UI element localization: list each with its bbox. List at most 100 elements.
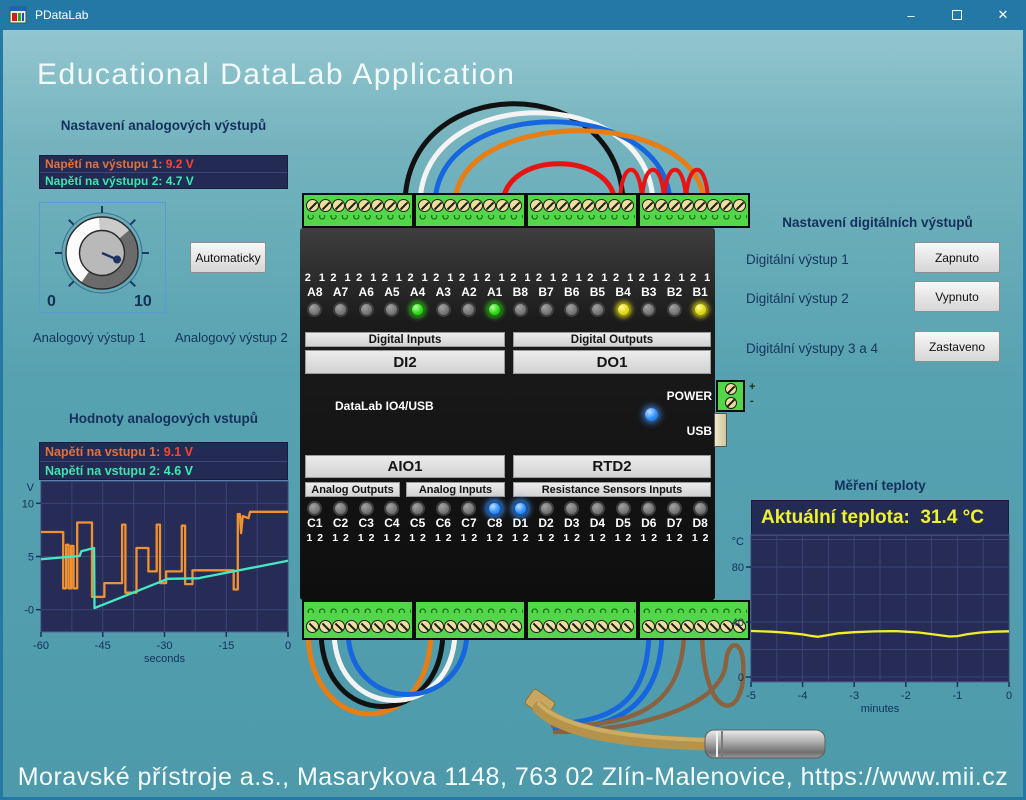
terminal-screw xyxy=(470,199,483,212)
channel-name: A6 xyxy=(359,285,374,300)
channel-a6: 2 1A6 xyxy=(353,271,379,317)
input1-label: Napětí na vstupu 1: xyxy=(45,445,160,459)
channel-led-off xyxy=(359,501,374,516)
terminal-screw xyxy=(509,620,522,633)
channel-pin-numbers: 2 1 xyxy=(613,271,633,285)
terminal-screw xyxy=(707,199,720,212)
digital-output1-label: Digitální výstup 1 xyxy=(746,252,849,267)
datalab-device: 2 1A82 1A72 1A62 1A52 1A42 1A32 1A22 1A1… xyxy=(300,193,715,640)
channel-b4: 2 1B4 xyxy=(610,271,636,317)
terminal-block xyxy=(526,600,638,640)
terminal-screw xyxy=(483,620,496,633)
svg-text:-3: -3 xyxy=(849,690,859,702)
svg-text:0: 0 xyxy=(738,672,744,684)
channel-led-off xyxy=(333,302,348,317)
terminal-screw xyxy=(694,199,707,212)
terminal-screw xyxy=(397,199,410,212)
channel-pin-numbers: 2 1 xyxy=(382,271,402,285)
channel-name: C4 xyxy=(384,516,399,531)
channel-led-off xyxy=(590,501,605,516)
svg-text:-60: -60 xyxy=(33,640,49,652)
channel-led-yellow xyxy=(693,302,708,317)
channel-name: A4 xyxy=(410,285,425,300)
channel-pin-numbers: 1 2 xyxy=(486,531,503,545)
analog-inputs-strip: Analog Inputs xyxy=(406,482,505,497)
temperature-chart: 80400°C-5-4-3-2-10minutes xyxy=(719,523,1021,723)
terminal-screw xyxy=(418,620,431,633)
channel-led-green xyxy=(410,302,425,317)
output1-readout: Napětí na výstupu 1: 9.2 V xyxy=(40,156,287,172)
channel-pin-numbers: 2 1 xyxy=(536,271,556,285)
svg-text:10: 10 xyxy=(134,293,152,310)
terminal-screw xyxy=(332,620,345,633)
channel-led-off xyxy=(333,501,348,516)
terminal-screw xyxy=(332,199,345,212)
channel-c1: C11 2 xyxy=(302,499,328,545)
channel-a3: 2 1A3 xyxy=(430,271,456,317)
digital-outputs34-button[interactable]: Zastaveno xyxy=(914,331,1000,362)
terminal-screw xyxy=(306,620,319,633)
svg-text:-5: -5 xyxy=(746,690,756,702)
channel-pin-numbers: 1 2 xyxy=(615,531,632,545)
svg-text:°C: °C xyxy=(732,536,744,548)
terminal-block xyxy=(414,600,526,640)
resistance-inputs-strip: Resistance Sensors Inputs xyxy=(513,482,711,497)
terminal-screw xyxy=(470,620,483,633)
analog-output1-knob[interactable]: 010 xyxy=(40,203,165,312)
channel-led-off xyxy=(436,501,451,516)
channel-name: D8 xyxy=(692,516,707,531)
do1-strip: DO1 xyxy=(513,350,711,374)
di2-strip: DI2 xyxy=(305,350,505,374)
terminal-screw xyxy=(397,620,410,633)
analog-outputs-readouts: Napětí na výstupu 1: 9.2 V Napětí na výs… xyxy=(39,155,288,189)
terminal-screw xyxy=(621,199,634,212)
output1-value: 9.2 V xyxy=(166,157,194,171)
terminal-screw xyxy=(655,620,668,633)
channel-d1: D11 2 xyxy=(508,499,534,545)
channel-name: C1 xyxy=(307,516,322,531)
channel-d8: D81 2 xyxy=(687,499,713,545)
channel-led-off xyxy=(667,302,682,317)
digital-output1-button[interactable]: Zapnuto xyxy=(914,242,1000,273)
terminal-block xyxy=(638,193,750,228)
channel-led-off xyxy=(461,302,476,317)
channel-c5: C51 2 xyxy=(405,499,431,545)
terminal-screw xyxy=(681,199,694,212)
automatic-button[interactable]: Automaticky xyxy=(190,242,266,273)
channel-pin-numbers: 2 1 xyxy=(407,271,427,285)
output2-readout: Napětí na výstupu 2: 4.7 V xyxy=(40,172,287,188)
digital-output2-button[interactable]: Vypnuto xyxy=(914,281,1000,312)
analog-output1-knob-panel: 010 xyxy=(39,202,166,313)
terminal-screw xyxy=(621,620,634,633)
maximize-button[interactable] xyxy=(934,0,980,30)
channel-b2: 2 1B2 xyxy=(662,271,688,317)
power-screw xyxy=(725,383,737,395)
terminal-screw xyxy=(496,199,509,212)
window-title: PDataLab xyxy=(35,8,88,22)
terminal-block xyxy=(302,193,414,228)
channel-pin-numbers: 1 2 xyxy=(332,531,349,545)
output2-label: Napětí na výstupu 2: xyxy=(45,174,162,188)
channel-name: B7 xyxy=(538,285,553,300)
terminal-screw xyxy=(582,620,595,633)
close-button[interactable]: ✕ xyxy=(980,0,1026,30)
channel-pin-numbers: 2 1 xyxy=(664,271,684,285)
top-wires xyxy=(405,104,708,205)
channel-led-off xyxy=(590,302,605,317)
channel-pin-numbers: 2 1 xyxy=(433,271,453,285)
terminal-screw xyxy=(595,620,608,633)
cable-notches xyxy=(641,215,747,224)
svg-text:0: 0 xyxy=(1006,690,1012,702)
terminal-screw xyxy=(444,620,457,633)
digital-inputs-strip: Digital Inputs xyxy=(305,332,505,347)
svg-text:V: V xyxy=(27,482,35,494)
analog-output2-label: Analogový výstup 2 xyxy=(175,330,288,345)
power-label: POWER xyxy=(667,389,712,403)
channel-pin-numbers: 1 2 xyxy=(409,531,426,545)
channel-pin-numbers: 2 1 xyxy=(510,271,530,285)
channel-pin-numbers: 1 2 xyxy=(666,531,683,545)
channel-pin-numbers: 2 1 xyxy=(459,271,479,285)
minimize-button[interactable]: – xyxy=(888,0,934,30)
power-led xyxy=(645,408,658,421)
cable-notches xyxy=(305,215,411,224)
